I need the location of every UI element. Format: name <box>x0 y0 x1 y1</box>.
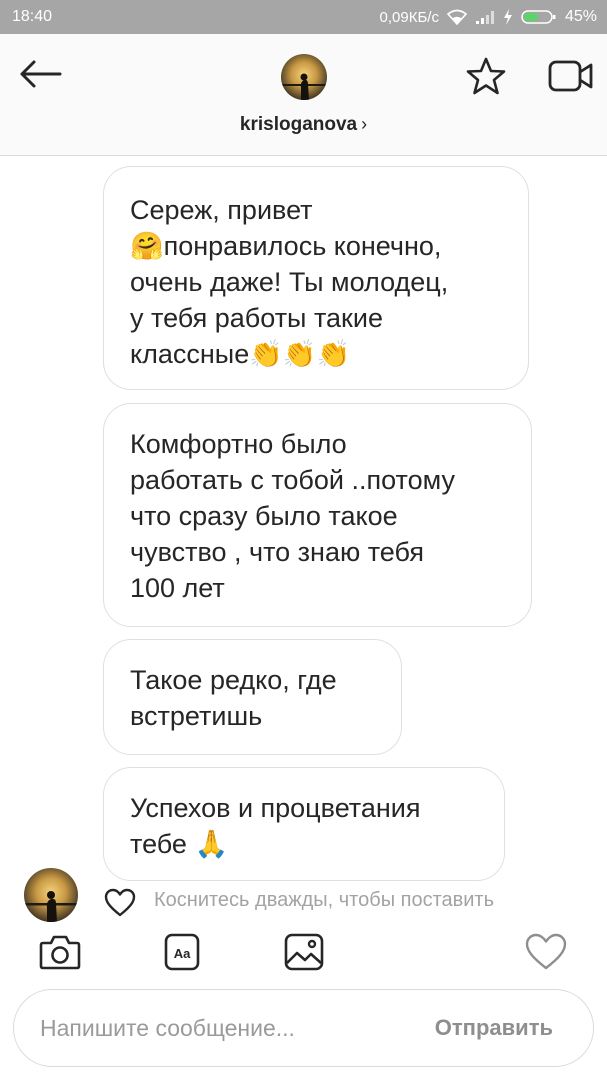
gallery-icon <box>284 933 324 971</box>
video-camera-icon <box>548 60 593 92</box>
message-line: Успехов и процветания <box>130 793 421 823</box>
message-line: тебе 🙏 <box>130 829 229 859</box>
send-button[interactable]: Отправить <box>435 1015 553 1041</box>
send-like-button[interactable] <box>522 928 570 976</box>
chevron-right-icon: › <box>361 114 368 134</box>
message-bubble[interactable]: Такое редко, где встретишь <box>103 639 402 755</box>
message-line: 🤗понравилось конечно, <box>130 231 442 261</box>
message-line: Сереж, привет <box>130 195 313 225</box>
message-line: классные👏👏👏 <box>130 339 351 369</box>
username-link[interactable]: krisloganova › <box>0 114 607 136</box>
wifi-icon <box>446 9 467 25</box>
double-tap-hint: Коснитесь дважды, чтобы поставить <box>154 889 495 911</box>
back-button[interactable] <box>14 52 66 96</box>
message-composer: Отправить <box>13 989 594 1067</box>
like-message-button[interactable] <box>104 888 136 918</box>
back-arrow-icon <box>20 60 62 88</box>
message-line: что сразу было такое <box>130 501 398 531</box>
favorite-button[interactable] <box>462 52 510 100</box>
message-input[interactable] <box>40 1008 400 1048</box>
video-call-button[interactable] <box>545 52 597 100</box>
message-bubble[interactable]: Комфортно было работать с тобой ..потому… <box>103 403 532 627</box>
battery-icon <box>521 9 557 25</box>
star-icon <box>466 57 506 95</box>
message-bubble[interactable]: Успехов и процветания тебе 🙏 <box>103 767 505 881</box>
message-line: встретишь <box>130 701 263 731</box>
charging-icon <box>503 9 513 25</box>
text-style-button[interactable]: Aa <box>158 928 206 976</box>
status-bar: 18:40 0,09КБ/с 45% <box>0 0 607 34</box>
message-line: очень даже! Ты молодец, <box>130 267 449 297</box>
status-time: 18:40 <box>12 8 53 25</box>
text-style-icon: Aa <box>164 933 200 971</box>
sender-avatar[interactable] <box>24 868 78 922</box>
camera-button[interactable] <box>36 928 84 976</box>
message-line: чувство , что знаю тебя <box>130 537 425 567</box>
signal-icon <box>475 9 495 25</box>
message-line: у тебя работы такие <box>130 303 383 333</box>
network-speed: 0,09КБ/с <box>379 8 439 26</box>
message-line: работать с тобой ..потому <box>130 465 455 495</box>
heart-icon <box>525 933 567 970</box>
message-bubble[interactable]: Сереж, привет 🤗понравилось конечно, очен… <box>103 166 529 390</box>
message-line: Комфортно было <box>130 429 347 459</box>
avatar[interactable] <box>281 54 327 100</box>
heart-outline-icon <box>104 888 136 917</box>
battery-percent: 45% <box>564 8 597 25</box>
camera-icon <box>39 935 81 970</box>
chat-header: krisloganova › <box>0 34 607 156</box>
gallery-button[interactable] <box>280 928 328 976</box>
message-line: Такое редко, где <box>130 665 337 695</box>
username: krisloganova <box>239 114 358 135</box>
status-right: 0,09КБ/с 45% <box>380 8 597 26</box>
text-style-label: Aa <box>174 946 191 961</box>
message-line: 100 лет <box>130 573 225 603</box>
